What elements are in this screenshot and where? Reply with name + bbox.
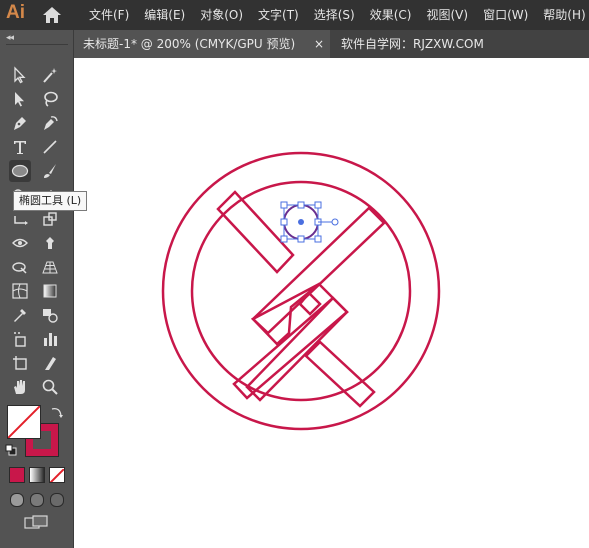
panel-grip[interactable] bbox=[6, 44, 68, 45]
gradient-mode-button[interactable] bbox=[29, 467, 45, 483]
direct-selection-tool-icon[interactable] bbox=[9, 88, 31, 110]
ellipse-tool-tooltip: 椭圆工具 (L) bbox=[13, 191, 88, 211]
curvature-tool-icon[interactable] bbox=[39, 112, 61, 134]
draw-normal-icon[interactable] bbox=[10, 493, 24, 507]
menu-bar: Ai 文件(F) 编辑(E) 对象(O) 文字(T) 选择(S) 效果(C) 视… bbox=[0, 0, 589, 30]
rotate-tool-icon[interactable] bbox=[9, 208, 31, 230]
none-fill-icon bbox=[8, 406, 40, 438]
paintbrush-tool-icon[interactable] bbox=[39, 160, 61, 182]
slice-tool-icon[interactable] bbox=[39, 352, 61, 374]
app-logo: Ai bbox=[6, 2, 25, 23]
menu-type[interactable]: 文字(T) bbox=[258, 0, 299, 30]
menu-edit[interactable]: 编辑(E) bbox=[144, 0, 185, 30]
collapse-panel-button[interactable]: ◂◂ bbox=[6, 33, 14, 43]
ellipse-tool-icon[interactable] bbox=[9, 160, 31, 182]
menu-effect[interactable]: 效果(C) bbox=[370, 0, 412, 30]
tab-document[interactable]: 未标题-1* @ 200% (CMYK/GPU 预览) bbox=[74, 30, 330, 58]
default-fill-stroke-icon[interactable] bbox=[5, 444, 17, 456]
magic-wand-tool-icon[interactable] bbox=[39, 64, 61, 86]
mesh-tool-icon[interactable] bbox=[9, 280, 31, 302]
scale-tool-icon[interactable] bbox=[39, 208, 61, 230]
selection-tool-icon[interactable] bbox=[9, 64, 31, 86]
lower-right-bar bbox=[304, 340, 376, 408]
line-segment-tool-icon[interactable] bbox=[39, 136, 61, 158]
menu-select[interactable]: 选择(S) bbox=[314, 0, 355, 30]
home-icon[interactable] bbox=[42, 6, 62, 24]
menu-object[interactable]: 对象(O) bbox=[200, 0, 243, 30]
column-graph-tool-icon[interactable] bbox=[39, 328, 61, 350]
menu-file[interactable]: 文件(F) bbox=[89, 0, 129, 30]
zoom-tool-icon[interactable] bbox=[39, 376, 61, 398]
shape-builder-tool-icon[interactable] bbox=[9, 256, 31, 278]
document-tab-bar: 未标题-1* @ 200% (CMYK/GPU 预览) × 软件自学网：RJZX… bbox=[74, 30, 589, 58]
screen-mode-icon[interactable] bbox=[24, 515, 48, 531]
tab-website[interactable]: 软件自学网：RJZXW.COM bbox=[341, 30, 484, 58]
menu-view[interactable]: 视图(V) bbox=[426, 0, 468, 30]
eyedropper-tool-icon[interactable] bbox=[9, 304, 31, 326]
tab-document-title: 未标题-1* @ 200% (CMYK/GPU 预览) bbox=[83, 37, 296, 51]
outer-circle bbox=[161, 151, 441, 431]
center-link-shape bbox=[245, 282, 349, 402]
puppet-warp-tool-icon[interactable] bbox=[39, 232, 61, 254]
menu-help[interactable]: 帮助(H) bbox=[543, 0, 585, 30]
lasso-tool-icon[interactable] bbox=[39, 88, 61, 110]
swap-fill-stroke-icon[interactable] bbox=[50, 405, 64, 419]
width-tool-icon[interactable] bbox=[9, 232, 31, 254]
artboard-tool-icon[interactable] bbox=[9, 352, 31, 374]
none-mode-button[interactable] bbox=[49, 467, 65, 483]
symbol-sprayer-tool-icon[interactable] bbox=[9, 328, 31, 350]
gradient-tool-icon[interactable] bbox=[39, 280, 61, 302]
draw-inside-icon[interactable] bbox=[50, 493, 64, 507]
menu-window[interactable]: 窗口(W) bbox=[483, 0, 528, 30]
fill-color-swatch[interactable] bbox=[7, 405, 41, 439]
color-mode-button[interactable] bbox=[9, 467, 25, 483]
perspective-grid-tool-icon[interactable] bbox=[39, 256, 61, 278]
selected-ellipse[interactable] bbox=[280, 201, 339, 243]
pen-tool-icon[interactable] bbox=[9, 112, 31, 134]
type-tool-icon[interactable] bbox=[9, 136, 31, 158]
none-icon bbox=[50, 468, 64, 482]
menu-items: 文件(F) 编辑(E) 对象(O) 文字(T) 选择(S) 效果(C) 视图(V… bbox=[89, 0, 589, 30]
draw-behind-icon[interactable] bbox=[30, 493, 44, 507]
blend-tool-icon[interactable] bbox=[39, 304, 61, 326]
hand-tool-icon[interactable] bbox=[9, 376, 31, 398]
logo-artwork[interactable] bbox=[74, 58, 589, 548]
tab-close-button[interactable]: × bbox=[314, 30, 324, 58]
